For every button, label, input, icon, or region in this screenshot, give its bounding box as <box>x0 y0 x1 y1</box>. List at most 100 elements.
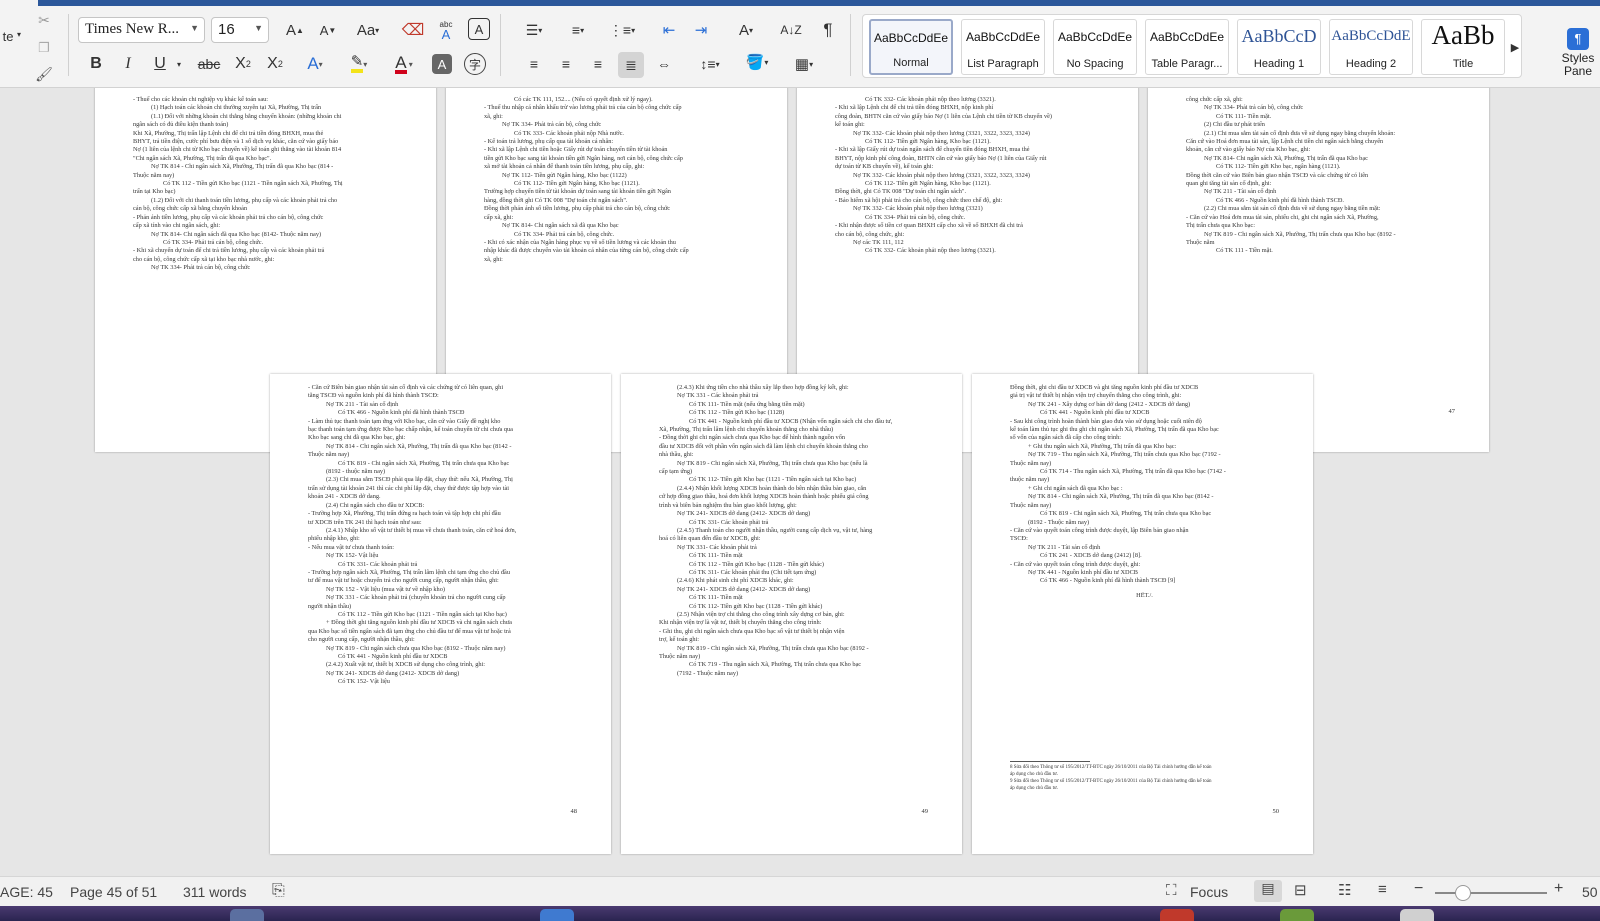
dock-app-icon[interactable] <box>1160 909 1194 921</box>
text-line: Có TK 112 - Tiền gửi Kho bạc (1121 - Tiề… <box>163 180 343 188</box>
style-list-paragraph[interactable]: AaBbCcDdEe List Paragraph <box>961 19 1045 75</box>
zoom-out-icon[interactable]: − <box>1414 880 1423 898</box>
zoom-level[interactable]: 50 <box>1582 884 1598 900</box>
center-icon[interactable]: ≡ <box>554 52 578 76</box>
text-line: tư XDCB trên TK 241 thì hạch toán như sa… <box>308 518 422 526</box>
dock-app-icon[interactable] <box>1400 909 1434 921</box>
text-line: (7192 - Thuộc năm nay) <box>677 669 739 677</box>
text-line: Có TK 112- Tiền gửi Ngân hàng, Kho bạc (… <box>514 180 640 188</box>
text-line: Có TK 112- Tiền gửi Ngân hàng, Kho bạc (… <box>865 138 991 146</box>
style-name: Normal <box>893 57 929 69</box>
text-line: Nợ TK 819 - Chi ngân sách Xã, Phường, Th… <box>1204 230 1396 238</box>
text-line: trấn tại Kho bạc) <box>133 188 176 196</box>
show-formatting-icon[interactable]: ¶ <box>816 18 840 42</box>
zoom-in-icon[interactable]: + <box>1554 880 1563 898</box>
line-spacing-icon[interactable]: ↕≡ ▾ <box>692 52 728 76</box>
text-line: Có TK 719 - Thu ngân sách Xã, Phường, Th… <box>689 661 862 669</box>
font-name-field[interactable]: Times New R... ▼ <box>78 17 205 43</box>
underline-icon[interactable]: U <box>148 52 172 76</box>
character-shading-icon[interactable]: A <box>432 54 452 74</box>
align-right-icon[interactable]: ≡ <box>586 52 610 76</box>
strikethrough-icon[interactable]: abc <box>193 52 225 76</box>
decrease-indent-icon[interactable]: ⇤ <box>656 18 682 42</box>
cut-icon[interactable]: ✂ <box>34 10 54 30</box>
underline-dropdown-icon[interactable]: ▾ <box>174 56 184 72</box>
text-line: Nợ TK 814 - Chi ngân sách Xã, Phường, Th… <box>1028 493 1214 501</box>
font-color-icon[interactable]: A ▾ <box>386 52 422 76</box>
bullets-icon[interactable]: ☰ ▾ <box>518 18 550 42</box>
gallery-more-icon[interactable]: ▶ <box>1509 37 1521 57</box>
asian-layout-icon[interactable]: A ▾ <box>730 18 762 42</box>
dock-app-icon[interactable] <box>230 909 264 921</box>
grow-font-icon[interactable]: A ▲ <box>282 18 308 42</box>
document-area[interactable]: - Thuế cho các khoản chi nghiệp vụ khác … <box>0 88 1600 876</box>
focus-icon[interactable]: ⛶ <box>1166 882 1177 899</box>
copy-icon[interactable]: ❐ <box>34 38 54 58</box>
justify-icon[interactable]: ≣ <box>618 52 644 78</box>
subscript-icon[interactable]: X2 <box>230 52 256 76</box>
page-50[interactable]: Đồng thời, ghi chi đầu tư XDCB và ghi tă… <box>972 374 1313 854</box>
dock-app-icon[interactable] <box>540 909 574 921</box>
clear-formatting-icon[interactable]: ⌫ <box>400 18 426 42</box>
paste-dropdown-icon[interactable]: ▾ <box>14 28 24 40</box>
text-line: Nợ TK 819 - Chi ngân sách Xã, Phường, Th… <box>677 459 868 467</box>
style-sample: AaBbCcDdEe <box>1057 30 1133 44</box>
character-border-icon[interactable]: A <box>468 18 490 40</box>
italic-icon[interactable]: I <box>116 52 140 76</box>
zoom-slider[interactable] <box>1435 892 1547 894</box>
text-line: - Khi có xác nhận của Ngân hàng phục vụ … <box>484 238 676 246</box>
page-48[interactable]: - Căn cứ Biên bản giao nhận tài sản cố đ… <box>270 374 611 854</box>
section-indicator[interactable]: AGE: 45 <box>0 884 53 900</box>
phonetic-guide-icon[interactable]: abc A <box>432 16 460 44</box>
shrink-font-icon[interactable]: A ▼ <box>315 18 341 42</box>
bold-icon[interactable]: B <box>84 52 108 76</box>
text-line: Có TK 441 - Nguồn kinh phí đầu tư XDCB (… <box>689 417 893 425</box>
style-heading-1[interactable]: AaBbCcD Heading 1 <box>1237 19 1321 75</box>
style-name: List Paragraph <box>967 58 1039 70</box>
page-49[interactable]: (2.4.3) Khi ứng tiền cho nhà thầu xây lắ… <box>621 374 962 854</box>
text-line: Nợ TK 819 - Chi ngân sách chưa qua Kho b… <box>326 644 506 652</box>
style-normal[interactable]: AaBbCcDdEe Normal <box>869 19 953 75</box>
text-line: Nợ TK 331- Các khoản phải trả <box>677 543 757 551</box>
text-line: trình và biên bản nghiệm thu bàn giao kh… <box>659 501 797 509</box>
style-title[interactable]: AaBb Title <box>1421 19 1505 75</box>
align-left-icon[interactable]: ≡ <box>522 52 546 76</box>
multilevel-list-icon[interactable]: ⋮≡ ▾ <box>606 18 638 42</box>
outline-icon[interactable]: ☷ <box>1338 881 1351 899</box>
dock <box>0 906 1600 921</box>
focus-label[interactable]: Focus <box>1190 884 1228 900</box>
draft-icon[interactable]: ≡ <box>1378 881 1387 898</box>
distributed-icon[interactable]: ⇔ <box>652 52 676 76</box>
page-count[interactable]: Page 45 of 51 <box>70 884 157 900</box>
word-count[interactable]: 311 words <box>183 884 247 900</box>
text-line: Nợ TK 814 - Chi ngân sách Xã, Phường, Th… <box>151 163 334 171</box>
styles-pane-button[interactable]: ¶ Styles Pane <box>1556 28 1600 84</box>
text-line: Thuộc năm nay) <box>133 171 175 179</box>
proofing-icon[interactable]: ⎘ <box>272 882 285 900</box>
increase-indent-icon[interactable]: ⇥ <box>688 18 714 42</box>
page-number: 49 <box>921 808 929 815</box>
text-line: khoản 241 - XDCB dở dang. <box>308 493 381 501</box>
text-line: Có TK 112 - Tiền gửi Kho bạc (1128 - Tiề… <box>689 560 824 568</box>
borders-icon[interactable]: ▦ ▾ <box>786 52 822 76</box>
web-layout-icon[interactable]: ⊟ <box>1294 881 1307 899</box>
shading-icon[interactable]: 🪣 ▾ <box>740 50 774 74</box>
numbering-icon[interactable]: ≡ ▾ <box>562 18 594 42</box>
highlight-icon[interactable]: ✎ ▾ <box>340 52 378 76</box>
format-painter-icon[interactable]: 🖌 <box>34 64 54 84</box>
enclose-characters-icon[interactable]: 字 <box>464 53 486 75</box>
text-line: Nợ TK 241- XDCB dở dang (2412- XDCB dở d… <box>677 510 811 518</box>
change-case-icon[interactable]: Aa ▾ <box>350 18 386 42</box>
superscript-icon[interactable]: X2 <box>262 52 288 76</box>
style-table-paragraph[interactable]: AaBbCcDdEe Table Paragr... <box>1145 19 1229 75</box>
text-line: Nợ TK 334- Phải trả cán bộ, công chức <box>502 121 602 129</box>
text-effects-icon[interactable]: A ▾ <box>300 52 330 76</box>
sort-icon[interactable]: A↓Z <box>778 18 804 42</box>
text-line: (2) Chi đầu tư phát triển <box>1204 121 1265 129</box>
style-heading-2[interactable]: AaBbCcDdE Heading 2 <box>1329 19 1413 75</box>
dock-app-icon[interactable] <box>1280 909 1314 921</box>
font-size-field[interactable]: 16 ▼ <box>211 17 269 43</box>
style-no-spacing[interactable]: AaBbCcDdEe No Spacing <box>1053 19 1137 75</box>
print-layout-icon[interactable]: ▤ <box>1254 880 1282 902</box>
zoom-slider-handle[interactable] <box>1455 885 1471 901</box>
